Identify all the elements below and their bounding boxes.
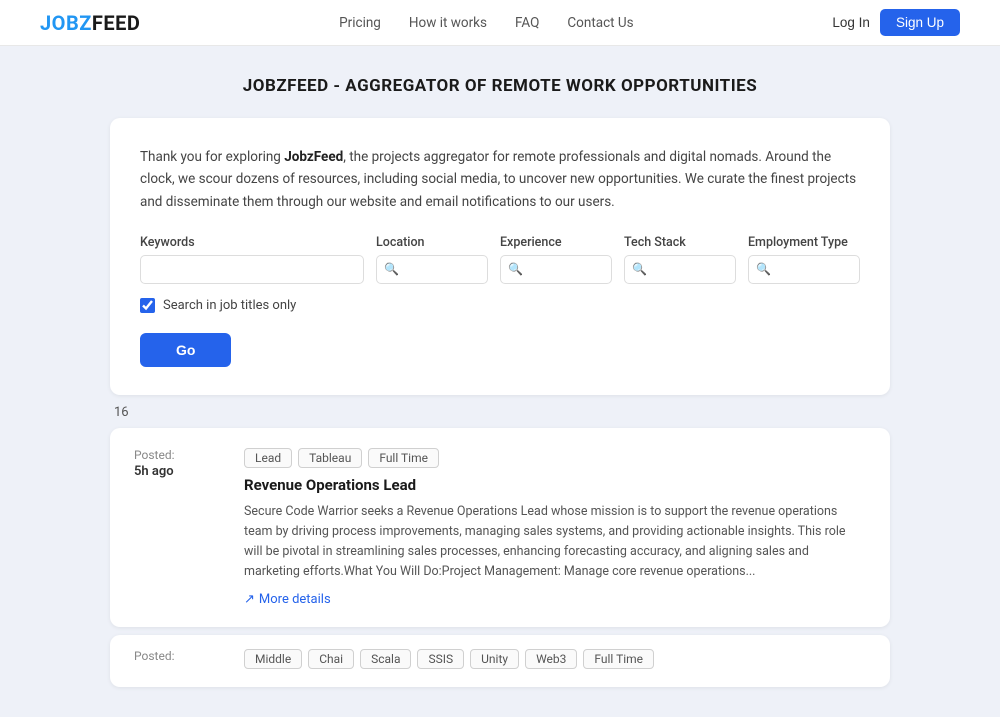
page-content: JOBZFEED - AGGREGATOR OF REMOTE WORK OPP… bbox=[90, 46, 910, 717]
experience-search-icon: 🔍 bbox=[508, 262, 523, 276]
intro-text: Thank you for exploring bbox=[140, 149, 284, 165]
tag-unity: Unity bbox=[470, 649, 519, 669]
posted-label: Posted: bbox=[134, 448, 224, 462]
tag-middle: Middle bbox=[244, 649, 302, 669]
external-link-icon: ↗ bbox=[244, 592, 255, 607]
signup-button[interactable]: Sign Up bbox=[880, 9, 960, 36]
more-details-link[interactable]: ↗ More details bbox=[244, 592, 866, 607]
nav-contact-us[interactable]: Contact Us bbox=[567, 15, 633, 31]
experience-field-group: Experience 🔍 bbox=[500, 235, 612, 284]
logo-feed: FEED bbox=[92, 11, 140, 35]
job-body-2: Middle Chai Scala SSIS Unity Web3 Full T… bbox=[244, 649, 866, 677]
job-title: Revenue Operations Lead bbox=[244, 476, 866, 494]
tag-lead: Lead bbox=[244, 448, 292, 468]
tag-tableau: Tableau bbox=[298, 448, 362, 468]
tag-fulltime: Full Time bbox=[368, 448, 439, 468]
location-input-wrapper: 🔍 bbox=[376, 255, 488, 284]
brand-mention: JobzFeed bbox=[284, 149, 343, 165]
job-body: Lead Tableau Full Time Revenue Operation… bbox=[244, 448, 866, 607]
tag-web3: Web3 bbox=[525, 649, 577, 669]
emp-type-search-icon: 🔍 bbox=[756, 262, 771, 276]
tag-scala: Scala bbox=[360, 649, 411, 669]
checkbox-label: Search in job titles only bbox=[163, 298, 296, 313]
keywords-label: Keywords bbox=[140, 235, 364, 250]
checkbox-row: Search in job titles only bbox=[140, 298, 860, 313]
go-button[interactable]: Go bbox=[140, 333, 231, 367]
emp-type-label: Employment Type bbox=[748, 235, 860, 250]
job-titles-checkbox[interactable] bbox=[140, 298, 155, 313]
job-description: Secure Code Warrior seeks a Revenue Oper… bbox=[244, 502, 866, 582]
tech-stack-label: Tech Stack bbox=[624, 235, 736, 250]
tech-stack-input-wrapper: 🔍 bbox=[624, 255, 736, 284]
emp-type-field-group: Employment Type 🔍 bbox=[748, 235, 860, 284]
posted-label-2: Posted: bbox=[134, 649, 224, 663]
job-meta-2: Posted: bbox=[134, 649, 224, 677]
more-details-label: More details bbox=[259, 592, 331, 607]
experience-label: Experience bbox=[500, 235, 612, 250]
tag-fulltime-2: Full Time bbox=[583, 649, 654, 669]
search-fields: Keywords Location 🔍 Experience 🔍 bbox=[140, 235, 860, 284]
job-meta: Posted: 5h ago bbox=[134, 448, 224, 607]
location-label: Location bbox=[376, 235, 488, 250]
search-intro: Thank you for exploring JobzFeed, the pr… bbox=[140, 146, 860, 213]
nav-links: Pricing How it works FAQ Contact Us bbox=[339, 15, 634, 31]
navbar: JOBZFEED Pricing How it works FAQ Contac… bbox=[0, 0, 1000, 46]
job-tags-2: Middle Chai Scala SSIS Unity Web3 Full T… bbox=[244, 649, 866, 669]
logo[interactable]: JOBZFEED bbox=[40, 11, 140, 35]
tag-chai: Chai bbox=[308, 649, 354, 669]
tech-stack-field-group: Tech Stack 🔍 bbox=[624, 235, 736, 284]
job-card-partial: Posted: Middle Chai Scala SSIS Unity Web… bbox=[110, 635, 890, 687]
nav-how-it-works[interactable]: How it works bbox=[409, 15, 487, 31]
experience-input-wrapper: 🔍 bbox=[500, 255, 612, 284]
job-time: 5h ago bbox=[134, 464, 224, 479]
tech-stack-search-icon: 🔍 bbox=[632, 262, 647, 276]
job-card: Posted: 5h ago Lead Tableau Full Time Re… bbox=[110, 428, 890, 627]
logo-jobs: JOBZ bbox=[40, 11, 92, 35]
job-tags: Lead Tableau Full Time bbox=[244, 448, 866, 468]
location-search-icon: 🔍 bbox=[384, 262, 399, 276]
navbar-actions: Log In Sign Up bbox=[832, 9, 960, 36]
search-card: Thank you for exploring JobzFeed, the pr… bbox=[110, 118, 890, 395]
results-count: 16 bbox=[110, 405, 890, 420]
keywords-input[interactable] bbox=[140, 255, 364, 284]
location-field-group: Location 🔍 bbox=[376, 235, 488, 284]
login-button[interactable]: Log In bbox=[832, 15, 870, 30]
page-title: JOBZFEED - AGGREGATOR OF REMOTE WORK OPP… bbox=[110, 76, 890, 96]
tag-ssis: SSIS bbox=[417, 649, 464, 669]
nav-faq[interactable]: FAQ bbox=[515, 15, 539, 31]
emp-type-input-wrapper: 🔍 bbox=[748, 255, 860, 284]
nav-pricing[interactable]: Pricing bbox=[339, 15, 381, 31]
keywords-field-group: Keywords bbox=[140, 235, 364, 284]
